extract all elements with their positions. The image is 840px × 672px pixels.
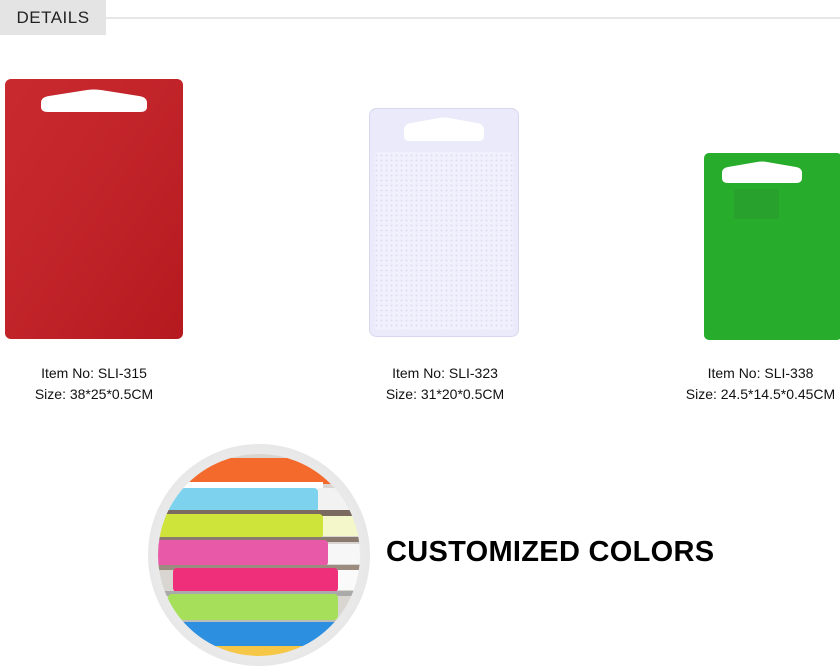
- item-number: Item No: SLI-315: [41, 365, 147, 381]
- white-cutting-board-image: [369, 108, 519, 337]
- item-size: Size: 24.5*14.5*0.45CM: [685, 386, 836, 402]
- item-number: Item No: SLI-323: [392, 365, 498, 381]
- product-image-green-board: [704, 153, 840, 340]
- item-size: Size: 31*20*0.5CM: [385, 386, 505, 402]
- stacked-colored-boards-image: [149, 445, 369, 665]
- item-size: Size: 38*25*0.5CM: [34, 386, 154, 402]
- red-cutting-board-image: [5, 79, 183, 339]
- product-caption: Item No: SLI-338 Size: 24.5*14.5*0.45CM: [683, 363, 838, 405]
- item-number: Item No: SLI-338: [707, 365, 814, 381]
- green-cutting-board-image: [704, 153, 840, 340]
- customized-colors-heading: CUSTOMIZED COLORS: [386, 536, 715, 568]
- product-image-white-board: [369, 108, 519, 337]
- color-stack-photo: [148, 444, 370, 666]
- product-caption: Item No: SLI-315 Size: 38*25*0.5CM: [5, 363, 183, 405]
- product-image-red-board: [5, 79, 183, 339]
- header-divider: [106, 17, 840, 19]
- details-tab: DETAILS: [0, 0, 106, 35]
- product-caption: Item No: SLI-323 Size: 31*20*0.5CM: [369, 363, 521, 405]
